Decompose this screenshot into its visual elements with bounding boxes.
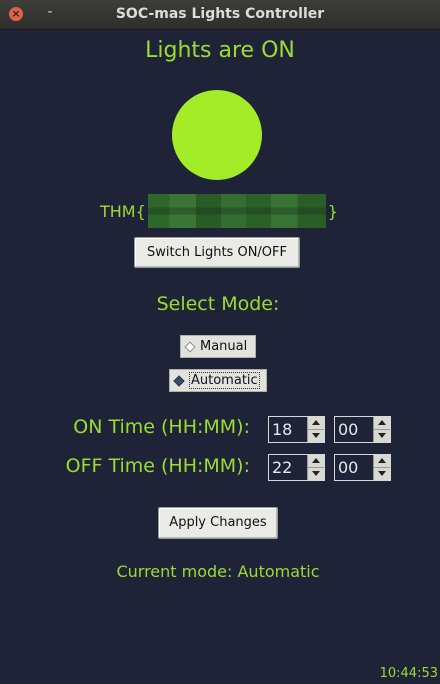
on-minute-spinbox[interactable]: 00 (334, 416, 391, 443)
radio-manual-label: Manual (200, 339, 248, 354)
off-time-label: OFF Time (HH:MM): (65, 455, 250, 477)
on-hour-value[interactable]: 18 (269, 417, 307, 442)
off-minute-value[interactable]: 00 (335, 455, 373, 480)
radio-selected-icon (173, 374, 185, 387)
flag-row: THM{ } (100, 194, 338, 228)
spin-down-icon[interactable] (308, 430, 324, 442)
apply-changes-button[interactable]: Apply Changes (158, 507, 278, 539)
spin-up-icon[interactable] (308, 417, 324, 430)
flag-prefix: THM{ (100, 201, 146, 221)
light-indicator (172, 90, 262, 180)
radio-unselected-icon (184, 340, 196, 353)
on-minute-value[interactable]: 00 (335, 417, 373, 442)
window-titlebar: × - SOC-mas Lights Controller (0, 0, 440, 30)
lights-status-title: Lights are ON (145, 38, 295, 63)
spin-arrows (307, 417, 324, 442)
current-mode-text: Current mode: Automatic (116, 562, 320, 581)
flag-suffix: } (327, 201, 338, 221)
switch-lights-button[interactable]: Switch Lights ON/OFF (134, 237, 300, 268)
spin-up-icon[interactable] (374, 417, 390, 430)
window-title: SOC-mas Lights Controller (115, 6, 325, 22)
clock-readout: 10:44:53 (379, 666, 438, 681)
off-hour-value[interactable]: 22 (269, 455, 307, 480)
radio-automatic-label: Automatic (189, 372, 260, 389)
off-hour-spinbox[interactable]: 22 (268, 454, 325, 481)
select-mode-heading: Select Mode: (156, 293, 280, 315)
radio-manual[interactable]: Manual (180, 335, 256, 358)
radio-automatic[interactable]: Automatic (169, 369, 267, 392)
spin-arrows (373, 455, 390, 480)
spin-arrows (307, 455, 324, 480)
flag-redacted-area (147, 194, 326, 228)
spin-arrows (373, 417, 390, 442)
spin-up-icon[interactable] (374, 455, 390, 468)
off-minute-spinbox[interactable]: 00 (334, 454, 391, 481)
spin-up-icon[interactable] (308, 455, 324, 468)
spin-down-icon[interactable] (374, 430, 390, 442)
spin-down-icon[interactable] (374, 468, 390, 480)
on-time-label: ON Time (HH:MM): (73, 416, 250, 438)
on-hour-spinbox[interactable]: 18 (268, 416, 325, 443)
spin-down-icon[interactable] (308, 468, 324, 480)
